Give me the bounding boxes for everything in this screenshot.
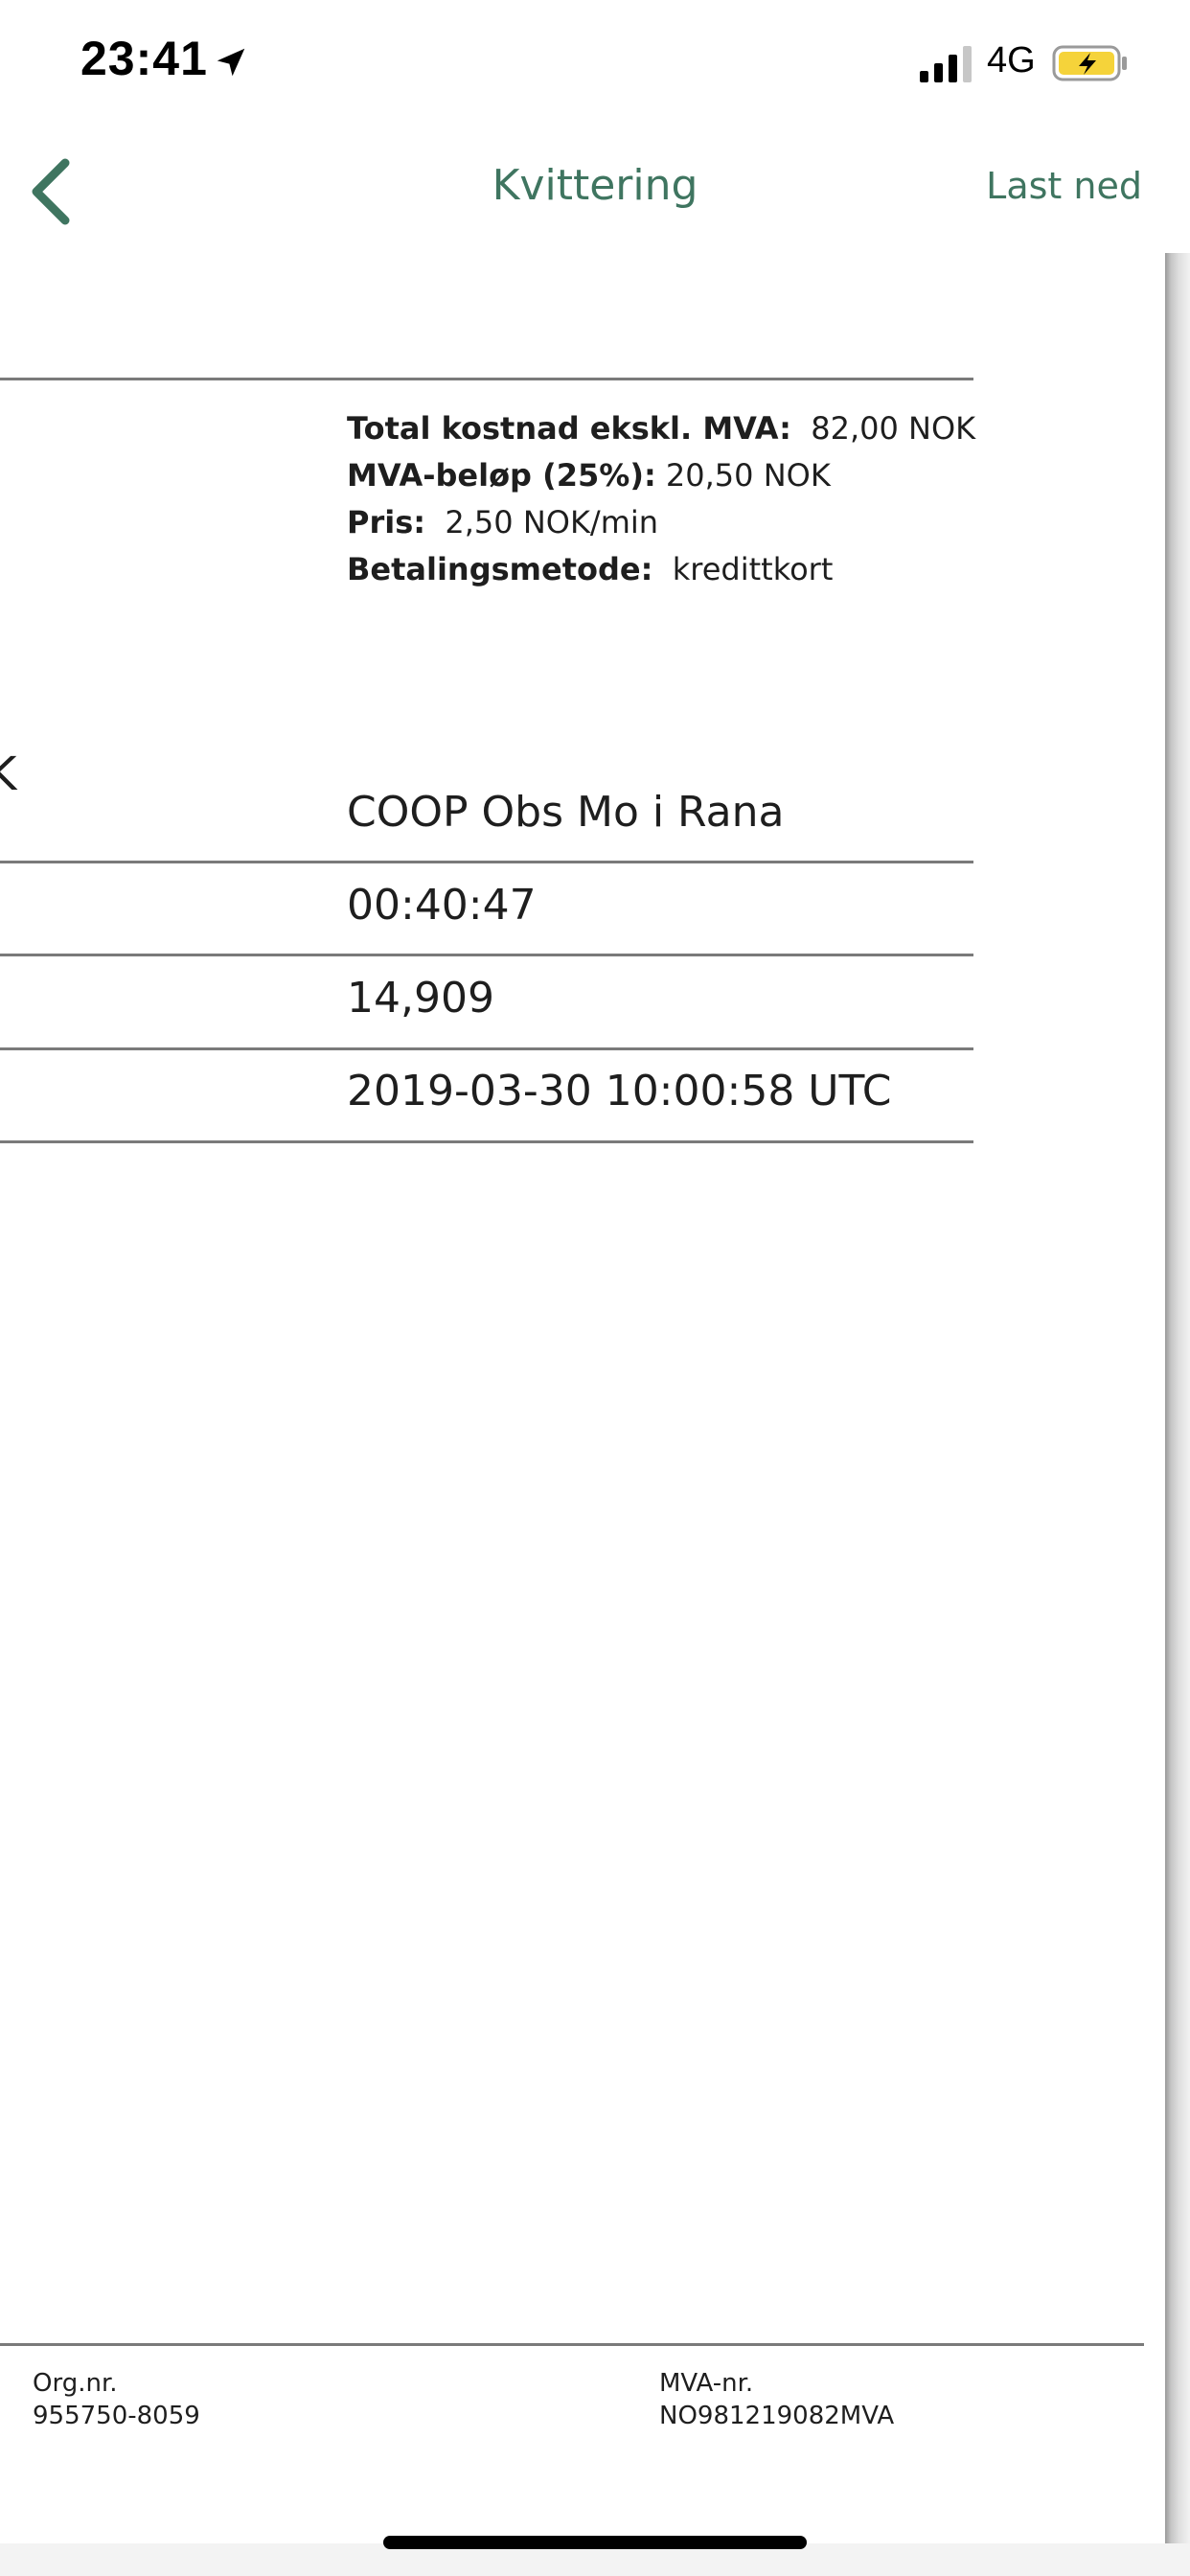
navigation-bar: Kvittering Last ned [0,134,1190,254]
location-arrow-icon [217,48,245,77]
signal-icon [920,46,972,82]
vat-amount-line: MVA-beløp (25%): 20,50 NOK [347,457,831,494]
payment-method-label: Betalingsmetode: [347,551,653,587]
footer-divider [0,2343,1144,2346]
org-number-label: Org.nr. [33,2369,118,2398]
vat-number-block: MVA-nr. NO981219082MVA [659,2367,894,2432]
energy-value: 14,909 [347,974,494,1023]
payment-method-value: kredittkort [672,551,834,587]
divider [0,378,973,380]
price-line: Pris: 2,50 NOK/min [347,504,658,540]
receipt-document: K Total kostnad ekskl. MVA: 82,00 NOK MV… [0,253,1165,2543]
vat-amount-value: 20,50 NOK [665,457,831,494]
battery-charging-icon [1052,45,1127,81]
vat-number-value: NO981219082MVA [659,2402,895,2430]
row-divider [0,861,973,863]
total-excl-vat-label: Total kostnad ekskl. MVA: [347,410,791,447]
network-type: 4G [987,40,1036,80]
price-label: Pris: [347,504,426,540]
vat-number-label: MVA-nr. [659,2369,754,2398]
org-number-block: Org.nr. 955750-8059 [33,2367,200,2432]
price-value: 2,50 NOK/min [445,504,659,540]
receipt-screen: 23:41 4G Kvittering Last ned K Total kos… [0,0,1190,2576]
row-divider [0,1140,973,1143]
row-divider [0,1047,973,1050]
status-time: 23:41 [80,32,208,85]
total-excl-vat-value: 82,00 NOK [811,410,976,447]
duration-value: 00:40:47 [347,881,537,930]
timestamp-value: 2019-03-30 10:00:58 UTC [347,1067,892,1116]
vat-amount-label: MVA-beløp (25%): [347,457,656,494]
home-indicator[interactable] [383,2536,807,2549]
station-value: COOP Obs Mo i Rana [347,788,785,837]
download-button[interactable]: Last ned [986,165,1142,207]
total-excl-vat-line: Total kostnad ekskl. MVA: 82,00 NOK [347,410,975,447]
document-edge-shadow [1165,253,1190,2553]
row-divider [0,954,973,956]
org-number-value: 955750-8059 [33,2402,200,2430]
cut-off-text: K [0,748,17,801]
payment-method-line: Betalingsmetode: kredittkort [347,551,833,587]
